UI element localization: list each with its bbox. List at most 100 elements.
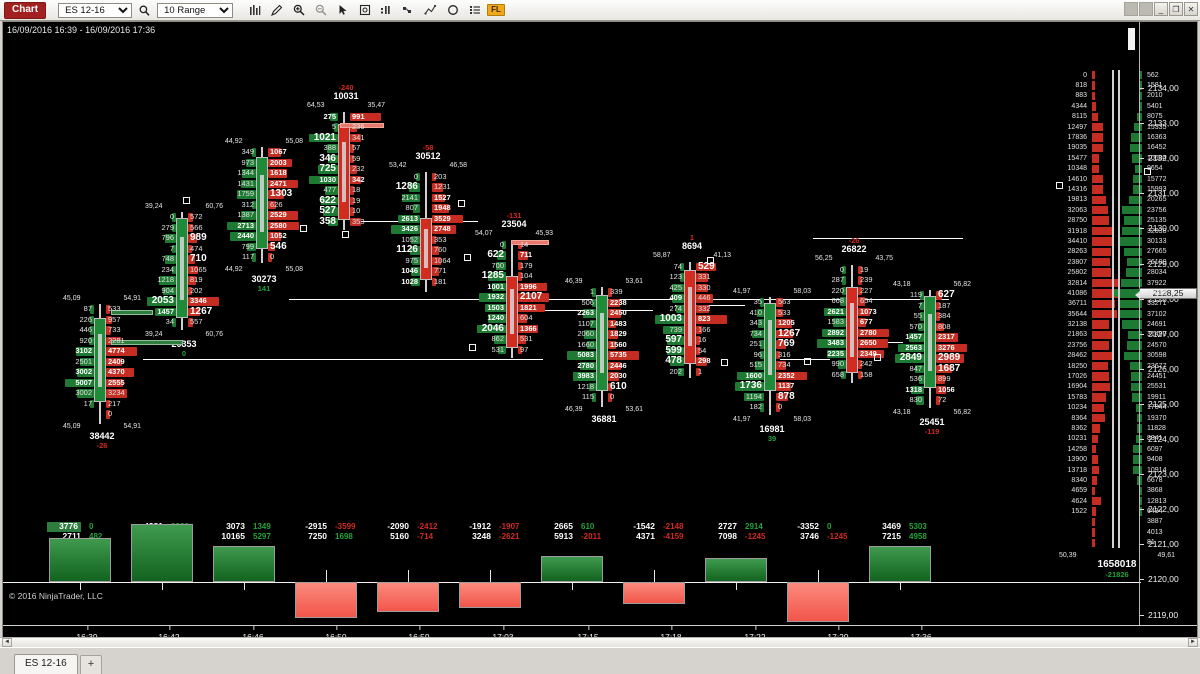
close-button[interactable]: ✕	[1184, 2, 1198, 16]
add-tab-button[interactable]: +	[79, 655, 103, 674]
footprint-cluster-bar-4[interactable]: -240 10031 64,53 35,47 275 5 1021 388 346 725 1030…	[307, 84, 385, 230]
bid-cell: 2849	[893, 353, 924, 364]
footprint-cluster-bar-5[interactable]: -58 30512 53,42 46,58 0 1286 2141 807 2613 3426 10…	[389, 144, 467, 292]
cluster-ask-pct: 53,61	[625, 405, 643, 413]
ask-cell: 819	[188, 275, 221, 286]
footprint-cluster-bar-9[interactable]: 41,97 58,03 35 410 343 734 251 96 515 1600 1736 119…	[733, 287, 811, 443]
crosshair-icon[interactable]	[399, 2, 418, 19]
price-candle	[764, 297, 776, 416]
cluster-rows: 0 287 220 668 2621 1583 2892 3483 2235 990 658 19 23…	[815, 264, 893, 383]
bar-type-icon[interactable]	[245, 2, 264, 19]
chart-menu-button[interactable]: Chart	[4, 1, 47, 19]
ask-volume: 0	[610, 392, 615, 402]
bid-volume: 226	[79, 314, 92, 324]
data-box-icon[interactable]	[377, 2, 396, 19]
bid-volume: 202	[669, 366, 682, 376]
ask-cell: 2555	[106, 378, 139, 389]
scroll-left-icon[interactable]: ◄	[2, 638, 12, 647]
snapshot-icon[interactable]	[355, 2, 374, 19]
minimize-button[interactable]: _	[1154, 2, 1168, 16]
interval-select[interactable]: 10 Range	[157, 2, 234, 18]
footprint-cluster-bar-11[interactable]: 43,18 56,82 119 7 55 570 1457 2563 2849 847 536 131…	[893, 280, 971, 436]
delta-histogram-panel: 3776027114824381296670923448307313491016…	[3, 520, 1141, 625]
zoom-out-icon[interactable]	[311, 2, 330, 19]
tab-es-12-16[interactable]: ES 12-16	[14, 654, 78, 674]
ray-1[interactable]	[143, 359, 543, 360]
delta-bar-8[interactable]: -1542 -2148 4371 -4159	[621, 520, 697, 542]
imbalance-marker	[458, 200, 465, 207]
bid-volume: 7	[917, 300, 922, 310]
delta-bar-11[interactable]: 3469 5303 7215 4958	[867, 520, 943, 542]
footprint-cluster-bar-6[interactable]: -131 23504 54,07 45,93 0 622 700 1285 1001 1932 15…	[475, 212, 553, 358]
delta-bar-6[interactable]: -1912 -1907 3248 -2621	[457, 520, 533, 542]
ask-volume: 16	[698, 335, 707, 345]
zoom-in-icon[interactable]	[289, 2, 308, 19]
list-icon[interactable]	[465, 2, 484, 19]
chart-canvas[interactable]: 16/09/2016 16:39 - 16/09/2016 17:36 © 20…	[2, 21, 1198, 648]
delta-value-min: 5297	[253, 531, 271, 541]
bid-cell: 973	[225, 158, 256, 169]
restore-all-icon[interactable]	[1124, 2, 1138, 16]
ask-volume: 298	[698, 356, 711, 366]
bid-cell: 87	[63, 304, 94, 315]
profile-bid-volume: 25802	[1067, 269, 1087, 277]
restore-button[interactable]: ❐	[1169, 2, 1183, 16]
delta-bar-7[interactable]: 2665 610 5913 -2011	[539, 520, 615, 542]
scroll-right-icon[interactable]: ►	[1188, 638, 1198, 647]
bid-cell: 2235	[815, 349, 846, 360]
bid-volume: 748	[161, 254, 174, 264]
cluster-rows: 87 226 446 920 3102 2501 3002 5007 3002 17 533 957 7…	[63, 304, 141, 425]
horizontal-scrollbar[interactable]: ◄ ►	[0, 637, 1200, 647]
delta-bar-5[interactable]: -2090 -2412 5160 -714	[375, 520, 451, 542]
ask-volume: 187	[938, 300, 951, 310]
bid-volume: 96	[753, 349, 762, 359]
polyline-icon[interactable]	[421, 2, 440, 19]
delta-bar-10[interactable]: -3352 0 3746 -1245	[785, 520, 861, 542]
cluster-rows: 349 973 1344 1431 1759 312 1387 2713 2440 799 117 1…	[225, 147, 303, 264]
instrument-select[interactable]: ES 12-16	[58, 2, 133, 18]
bid-volume: 2053	[151, 295, 174, 307]
footprint-cluster-bar-2[interactable]: 39,24 60,76 0 279 796 7 748 234 1218 904 2053 1457 3…	[145, 202, 223, 358]
footprint-cluster-bar-10[interactable]: -26 26822 56,25 43,75 0 287 220 668 2621 1583 2892…	[815, 237, 893, 383]
profile-bars	[1089, 215, 1145, 225]
bid-cell: 920	[63, 336, 94, 347]
bid-cell: 1046	[389, 266, 420, 277]
cluster-bid-pct: 44,92	[225, 138, 243, 145]
delta-bar-9[interactable]: 2727 2914 7098 -1245	[703, 520, 779, 542]
cursor-arrow-icon[interactable]	[333, 2, 352, 19]
draw-pencil-icon[interactable]	[267, 2, 286, 19]
ask-volume: 2107	[520, 291, 543, 303]
bid-volume: 515	[749, 360, 762, 370]
ask-volume: 339	[610, 287, 623, 297]
search-icon[interactable]	[135, 2, 154, 19]
delta-value-max: 3248	[472, 530, 491, 541]
delta-bar-11-body	[869, 546, 931, 582]
circle-icon[interactable]	[443, 2, 462, 19]
ask-cell: 2748	[432, 224, 465, 235]
delta-bar-3[interactable]: 3073 1349 10165 5297	[211, 520, 287, 542]
ask-volume: 2748	[434, 224, 451, 234]
bid-volume: 1107	[577, 318, 594, 328]
fl-badge[interactable]: FL	[487, 4, 505, 16]
profile-bid-volume: 4624	[1071, 497, 1087, 505]
profile-center-line	[1118, 70, 1120, 549]
ask-cell: 989	[188, 233, 221, 244]
cluster-ask-pct: 55,08	[285, 138, 303, 145]
ask-cell: 97	[518, 345, 551, 356]
footprint-cluster-bar-1[interactable]: 45,09 54,91 87 226 446 920 3102 2501 3002 5007 300…	[63, 294, 141, 450]
footprint-cluster-bar-7[interactable]: 46,39 53,61 1 506 2263 1107 2060 1660 5083 2780 39…	[565, 277, 643, 425]
profile-bid-volume: 34410	[1067, 237, 1087, 245]
tile-icon[interactable]	[1139, 2, 1153, 16]
profile-ask-volume: 15335	[1147, 123, 1167, 131]
delta-bar-4[interactable]: -2915 -3599 7250 1698	[293, 520, 369, 542]
bid-cell: 119	[893, 290, 924, 301]
profile-bars	[1089, 413, 1145, 423]
bid-volume: 1286	[395, 181, 418, 193]
delta-bar-3-wick	[244, 582, 245, 590]
delta-bar-7-body	[541, 556, 603, 582]
delta-value-cum: 1349	[253, 522, 271, 531]
profile-bars	[1089, 506, 1145, 516]
imbalance-marker	[300, 225, 307, 232]
footprint-cluster-bar-3[interactable]: 44,92 55,08 349 973 1344 1431 1759 312 1387 2713 2…	[225, 137, 303, 293]
footprint-cluster-bar-8[interactable]: 1 8694 58,87 41,13 74 123 425 409 274 1003 739 597 5…	[653, 234, 731, 379]
